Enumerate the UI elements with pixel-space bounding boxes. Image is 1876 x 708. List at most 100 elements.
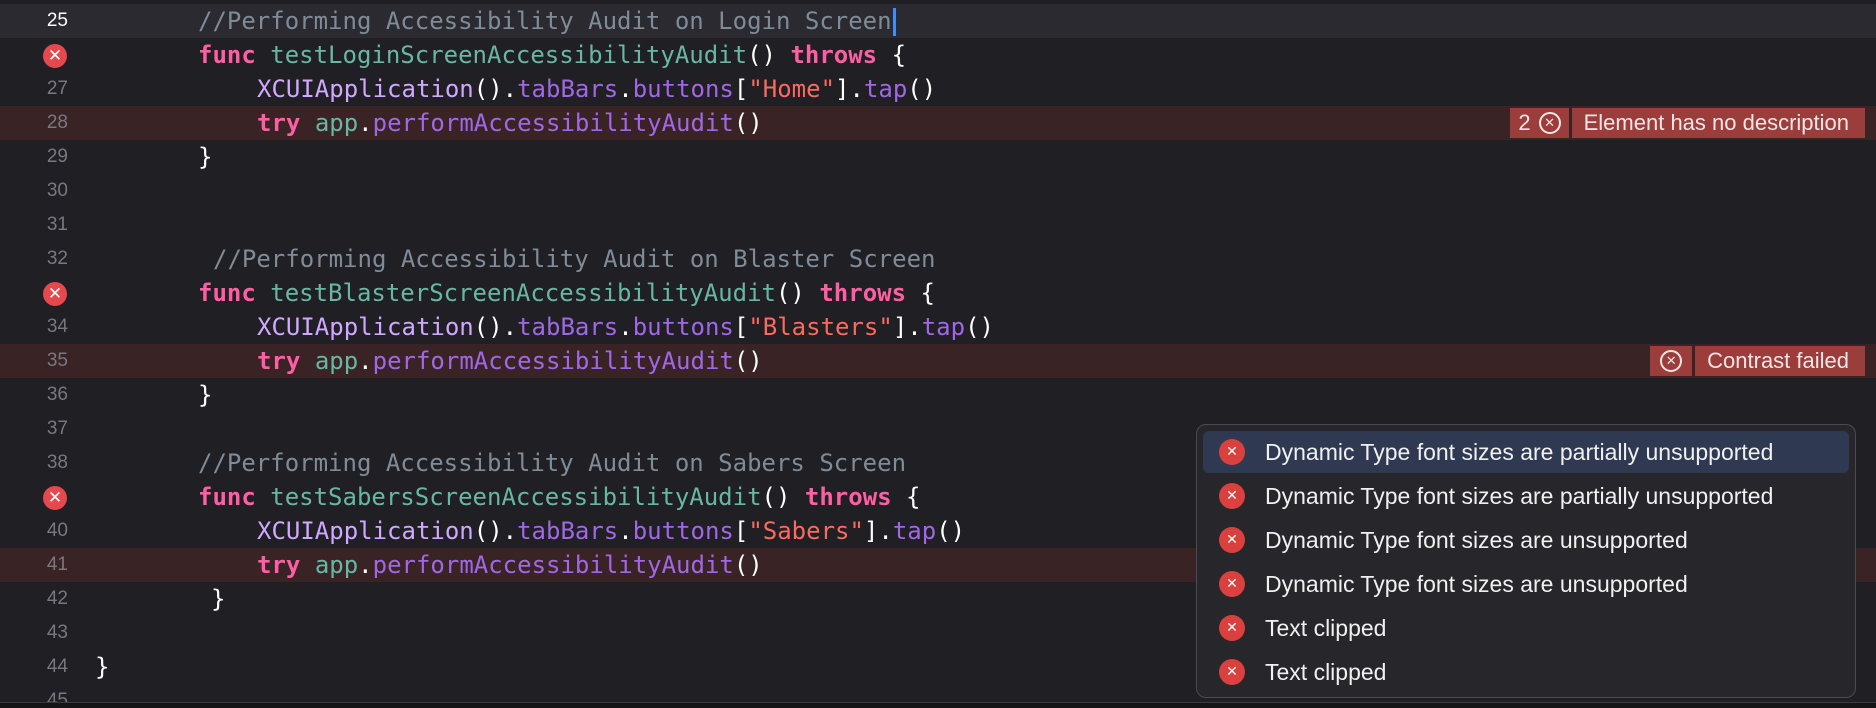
- issue-item[interactable]: ✕ Dynamic Type font sizes are unsupporte…: [1203, 563, 1849, 605]
- property: buttons: [632, 517, 734, 545]
- punct: .: [358, 347, 373, 375]
- punct: .: [618, 313, 633, 341]
- code-line-35[interactable]: 35 try app.performAccessibilityAudit() ✕…: [0, 344, 1876, 378]
- closing-brace: }: [95, 653, 110, 681]
- audit-statement: try app.performAccessibilityAudit(): [257, 548, 763, 582]
- closing-brace: }: [198, 143, 213, 171]
- issue-annotation[interactable]: 2 ✕ Element has no description: [1510, 108, 1865, 138]
- issue-item[interactable]: ✕ Text clipped: [1203, 607, 1849, 649]
- line-number: 41: [46, 554, 68, 575]
- issue-annotation[interactable]: ✕ Contrast failed: [1650, 346, 1865, 376]
- closing-brace: }: [198, 381, 213, 409]
- line-number: 31: [46, 214, 68, 235]
- error-marker-icon[interactable]: ✕: [43, 486, 67, 510]
- error-marker-icon[interactable]: ✕: [43, 282, 67, 306]
- issue-label: Dynamic Type font sizes are partially un…: [1265, 482, 1774, 509]
- property: tabBars: [517, 75, 619, 103]
- error-x-icon: ✕: [1219, 571, 1245, 597]
- issue-count-badge[interactable]: 2 ✕: [1510, 108, 1569, 138]
- line-number: 27: [46, 78, 68, 99]
- line-number: 45: [46, 690, 68, 702]
- error-x-icon: ✕: [1219, 527, 1245, 553]
- issue-item[interactable]: ✕ Dynamic Type font sizes are unsupporte…: [1203, 519, 1849, 561]
- punct: (): [733, 109, 763, 137]
- keyword: func: [198, 483, 256, 511]
- punct: ].: [863, 517, 893, 545]
- code-line-32[interactable]: 32 //Performing Accessibility Audit on B…: [0, 242, 1876, 276]
- code-line-28[interactable]: 28 try app.performAccessibilityAudit() 2…: [0, 106, 1876, 140]
- keyword: func: [198, 41, 256, 69]
- code-line-36[interactable]: 36 }: [0, 378, 1876, 412]
- issues-popup[interactable]: ✕ Dynamic Type font sizes are partially …: [1196, 424, 1856, 698]
- line-number: 35: [46, 350, 68, 371]
- line-number: 44: [46, 656, 68, 677]
- code-line-33[interactable]: ✕ func testBlasterScreenAccessibilityAud…: [0, 276, 1876, 310]
- line-number: 43: [46, 622, 68, 643]
- method-call: tap: [921, 313, 966, 341]
- method-call: performAccessibilityAudit: [372, 347, 734, 375]
- punct: ].: [835, 75, 864, 103]
- code-line-29[interactable]: 29 }: [0, 140, 1876, 174]
- keyword: throws: [819, 279, 907, 307]
- line-number: 34: [46, 316, 68, 337]
- code-comment: //Performing Accessibility Audit on Blas…: [213, 245, 936, 273]
- issue-count: 2: [1518, 110, 1531, 135]
- punct: ().: [473, 313, 518, 341]
- line-number: 36: [46, 384, 68, 405]
- function-name: testLoginScreenAccessibilityAudit: [270, 41, 748, 69]
- closing-brace: }: [211, 585, 226, 613]
- punct: (): [733, 551, 763, 579]
- func-declaration: func testBlasterScreenAccessibilityAudit…: [198, 276, 935, 310]
- code-line-30[interactable]: 30: [0, 174, 1876, 208]
- code-comment: //Performing Accessibility Audit on Logi…: [198, 4, 896, 38]
- audit-statement: try app.performAccessibilityAudit(): [257, 344, 763, 378]
- function-name: testBlasterScreenAccessibilityAudit: [270, 279, 776, 307]
- punct: .: [358, 551, 373, 579]
- audit-statement: try app.performAccessibilityAudit(): [257, 106, 763, 140]
- line-number: 30: [46, 180, 68, 201]
- code-line-25[interactable]: 25 //Performing Accessibility Audit on L…: [0, 4, 1876, 38]
- method-call: tap: [863, 75, 908, 103]
- issue-item[interactable]: ✕ Text clipped: [1203, 651, 1849, 693]
- property: tabBars: [517, 313, 619, 341]
- issue-label: Text clipped: [1265, 614, 1387, 641]
- punct: .: [618, 75, 633, 103]
- keyword: throws: [790, 41, 878, 69]
- error-marker-icon[interactable]: ✕: [43, 44, 67, 68]
- error-x-icon: ✕: [1219, 439, 1245, 465]
- error-x-icon: ✕: [1219, 659, 1245, 685]
- function-name: testSabersScreenAccessibilityAudit: [270, 483, 762, 511]
- punct: ().: [473, 517, 518, 545]
- punct: .: [618, 517, 633, 545]
- brace: {: [906, 483, 921, 511]
- code-line-27[interactable]: 27 XCUIApplication().tabBars.buttons["Ho…: [0, 72, 1876, 106]
- class-name: XCUIApplication: [257, 517, 474, 545]
- string-literal: "Sabers": [748, 517, 864, 545]
- keyword: func: [198, 279, 256, 307]
- keyword: throws: [804, 483, 892, 511]
- punct: ].: [892, 313, 922, 341]
- punct: [: [733, 517, 749, 545]
- tap-statement: XCUIApplication().tabBars.buttons["Home"…: [257, 72, 936, 106]
- code-line-31[interactable]: 31: [0, 208, 1876, 242]
- func-declaration: func testLoginScreenAccessibilityAudit()…: [198, 38, 906, 72]
- property: tabBars: [517, 517, 619, 545]
- error-x-icon: ✕: [1538, 112, 1561, 134]
- line-number: 42: [46, 588, 68, 609]
- property: buttons: [632, 75, 734, 103]
- issue-icon-badge[interactable]: ✕: [1650, 346, 1693, 376]
- parens: (): [775, 279, 805, 307]
- method-call: tap: [892, 517, 937, 545]
- issue-message[interactable]: Contrast failed: [1695, 346, 1865, 376]
- line-number: 28: [46, 112, 68, 133]
- parens: (): [747, 41, 776, 69]
- code-line-26[interactable]: ✕ func testLoginScreenAccessibilityAudit…: [0, 38, 1876, 72]
- variable: app: [314, 551, 359, 579]
- code-line-34[interactable]: 34 XCUIApplication().tabBars.buttons["Bl…: [0, 310, 1876, 344]
- issue-message[interactable]: Element has no description: [1571, 108, 1865, 138]
- variable: app: [314, 109, 359, 137]
- issue-item[interactable]: ✕ Dynamic Type font sizes are partially …: [1203, 475, 1849, 517]
- punct: (): [936, 517, 966, 545]
- line-number: 29: [46, 146, 68, 167]
- issue-item[interactable]: ✕ Dynamic Type font sizes are partially …: [1203, 431, 1849, 473]
